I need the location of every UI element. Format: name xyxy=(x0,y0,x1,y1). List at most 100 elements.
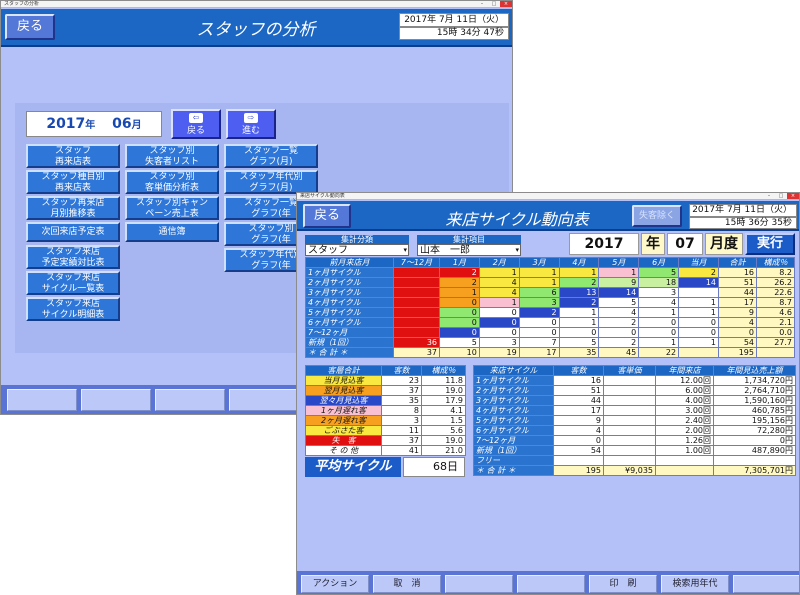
matrix-body: 1ヶ月サイクル 2 1 1 1 1 5 2 16 8.2 2ヶ月サイクル 2 4 1 2 9 18 14 51 26.… xyxy=(305,267,795,358)
menu-button-staff-revisit[interactable]: スタッフ 再来店表 xyxy=(26,144,120,168)
matrix-cell: 44 xyxy=(718,287,757,298)
item-select[interactable]: 山本 一郎 xyxy=(417,244,521,256)
footer-button-3[interactable] xyxy=(445,575,513,593)
menu-button-staff-graph-month[interactable]: スタッフ一覧 グラフ(月) xyxy=(224,144,318,168)
menu-button-visit-plan-actual[interactable]: スタッフ来店 予定実績対比表 xyxy=(26,245,120,269)
run-button[interactable]: 実行 xyxy=(745,233,795,255)
matrix-total-cell: 35 xyxy=(558,347,600,358)
forecast-cell: 460,785円 xyxy=(713,405,796,416)
prev-month-button[interactable]: ⇦ 戻る xyxy=(171,109,221,139)
menu-button-lost-customer-list[interactable]: スタッフ別 失客者リスト xyxy=(125,144,219,168)
matrix-cell: 27.7 xyxy=(756,337,795,348)
menu-button-visit-cycle-detail[interactable]: スタッフ来店 サイクル明細表 xyxy=(26,297,120,321)
forecast-cell xyxy=(603,395,656,406)
maximize-icon[interactable]: □ xyxy=(488,1,500,7)
forecast-cell: 9 xyxy=(553,415,604,426)
forecast-col-header: 客単価 xyxy=(603,365,656,376)
matrix-cell: 14 xyxy=(598,287,640,298)
prev-label: 戻る xyxy=(186,126,205,136)
forecast-cell: 44 xyxy=(553,395,604,406)
forecast-cell: 51 xyxy=(553,385,604,396)
window-controls: – □ × xyxy=(476,1,512,7)
matrix-row: 6ヶ月サイクル 0 0 0 1 2 0 0 4 2.1 xyxy=(305,317,795,328)
footer-button-7[interactable] xyxy=(733,575,799,593)
footer-button-2[interactable] xyxy=(81,389,151,411)
matrix-cell: 2 xyxy=(558,277,600,288)
matrix-cell: 2 xyxy=(598,317,640,328)
forecast-cell xyxy=(603,385,656,396)
back-button[interactable]: 戻る xyxy=(303,204,351,228)
menu-button-staff-type-revisit[interactable]: スタッフ種目別 再来店表 xyxy=(26,170,120,194)
matrix-cell: 36 xyxy=(393,337,440,348)
segment-cell: 11.8 xyxy=(421,375,466,386)
menu-button-visit-cycle-list[interactable]: スタッフ来店 サイクル一覧表 xyxy=(26,271,120,295)
forecast-cell xyxy=(603,415,656,426)
segment-label: ごぶさた客 xyxy=(305,425,382,436)
forecast-row: 2ヶ月サイクル 51 6.00回 2,764,710円 xyxy=(473,385,796,396)
matrix-row-label: 新規（1回） xyxy=(305,337,394,348)
matrix-total-cell: 22 xyxy=(638,347,680,358)
forecast-cell xyxy=(603,445,656,456)
matrix-row-label: 6ヶ月サイクル xyxy=(305,317,394,328)
matrix-col-header: 前月来店月 xyxy=(305,257,394,268)
footer-button-5[interactable]: 印 刷 xyxy=(589,575,657,593)
matrix-cell: 0 xyxy=(718,327,757,338)
matrix-total-row: ＊ 合 計 ＊ 37 10 19 17 35 45 22 195 xyxy=(305,347,795,358)
year-value[interactable]: 2017 xyxy=(569,233,639,255)
segment-cell: 21.0 xyxy=(421,445,466,456)
segment-label: そ の 他 xyxy=(305,445,382,456)
footer-button-4[interactable] xyxy=(517,575,585,593)
next-month-button[interactable]: ⇨ 進む xyxy=(226,109,276,139)
matrix-cell: 4 xyxy=(718,317,757,328)
menu-button-unit-price[interactable]: スタッフ別 客単価分析表 xyxy=(125,170,219,194)
segment-cell: 3 xyxy=(381,415,422,426)
menu-button-staff-revisit-monthly[interactable]: スタッフ再来店 月別推移表 xyxy=(26,196,120,220)
footer-button-2[interactable]: 取 消 xyxy=(373,575,441,593)
forecast-col-header: 年間見込売上額 xyxy=(713,365,796,376)
exclude-lost-button[interactable]: 失客除く xyxy=(632,205,682,227)
menu-button-age-graph-month[interactable]: スタッフ年代別 グラフ(月) xyxy=(224,170,318,194)
footer-button-3[interactable] xyxy=(155,389,225,411)
matrix-cell: 4 xyxy=(478,287,520,298)
average-cycle-label: 平均サイクル xyxy=(305,457,401,477)
footer-button-1[interactable] xyxy=(7,389,77,411)
menu-button-report-card[interactable]: 通信簿 xyxy=(125,222,219,242)
minimize-icon[interactable]: – xyxy=(763,193,775,199)
footer-button-4[interactable] xyxy=(229,389,299,411)
segment-row: 当月見込客 23 11.8 xyxy=(305,375,466,386)
matrix-row-label: 3ヶ月サイクル xyxy=(305,287,394,298)
category-select[interactable]: スタッフ xyxy=(305,244,409,256)
close-icon[interactable]: × xyxy=(787,193,799,199)
average-cycle-value: 68日 xyxy=(403,457,465,477)
maximize-icon[interactable]: □ xyxy=(775,193,787,199)
forecast-row: 4ヶ月サイクル 17 3.00回 460,785円 xyxy=(473,405,796,416)
forecast-total-cell: 195 xyxy=(553,465,604,476)
matrix-cell: 0 xyxy=(478,317,520,328)
footer-button-6[interactable]: 検索用年代 xyxy=(661,575,729,593)
arrow-right-icon: ⇨ xyxy=(244,113,258,123)
close-icon[interactable]: × xyxy=(500,1,512,7)
time-display: 15時 34分 47秒 xyxy=(399,27,509,40)
minimize-icon[interactable]: – xyxy=(476,1,488,7)
segment-cell: 4.1 xyxy=(421,405,466,416)
segment-label: 翌々月見込客 xyxy=(305,395,382,406)
back-button[interactable]: 戻る xyxy=(5,14,55,40)
matrix-col-header: 4月 xyxy=(558,257,600,268)
footer-button-1[interactable]: アクション xyxy=(301,575,369,593)
menu-button-next-visit-plan[interactable]: 次回来店予定表 xyxy=(26,222,120,242)
month-value[interactable]: 07 xyxy=(667,233,703,255)
segment-cell: 11 xyxy=(381,425,422,436)
matrix-row-label: 7〜12ヶ月 xyxy=(305,327,394,338)
matrix-row: 4ヶ月サイクル 0 1 3 2 5 4 1 17 8.7 xyxy=(305,297,795,308)
matrix-cell: 5 xyxy=(558,337,600,348)
time-display: 15時 36分 35秒 xyxy=(689,217,797,229)
matrix-cell: 1 xyxy=(558,317,600,328)
forecast-cell: 12.00回 xyxy=(655,375,714,386)
matrix-col-header: 6月 xyxy=(638,257,680,268)
matrix-cell: 9 xyxy=(598,277,640,288)
segment-row: 2ヶ月遅れ客 3 1.5 xyxy=(305,415,466,426)
menu-button-campaign-sales[interactable]: スタッフ別キャン ペーン売上表 xyxy=(125,196,219,220)
matrix-cell: 1 xyxy=(678,337,719,348)
forecast-row: フリー xyxy=(473,455,796,466)
forecast-row: 5ヶ月サイクル 9 2.40回 195,156円 xyxy=(473,415,796,426)
